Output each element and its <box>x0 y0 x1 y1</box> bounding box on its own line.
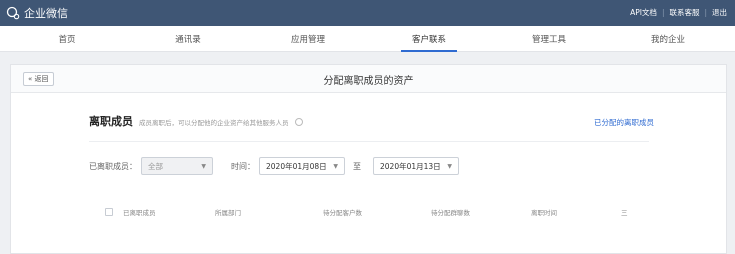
nav-home[interactable]: 首页 <box>22 33 112 45</box>
top-link-separator: | <box>704 8 707 17</box>
top-link-separator: | <box>661 8 665 17</box>
table-header: 已离职成员 所属部门 待分配客户数 待分配群聊数 离职时间 三 <box>89 202 649 222</box>
top-bar: 企业微信 API文档 | 联系客服 | 退出 <box>0 0 735 26</box>
column-header-pending-groups: 待分配群聊数 <box>431 209 470 217</box>
content-panel: « 返回 分配离职成员的资产 离职成员 成员离职后，可以分配他的企业资产给其他服… <box>10 64 727 254</box>
filter-row: 已离职成员： 全部 ▼ 时间： 2020年01月08日 ▼ 至 2020年01月… <box>89 157 459 175</box>
contact-support-link[interactable]: 联系客服 <box>669 7 699 18</box>
logout-link[interactable]: 退出 <box>712 7 727 18</box>
chevron-down-icon: ▼ <box>201 162 206 170</box>
section-description: 成员离职后，可以分配他的企业资产给其他服务人员 <box>139 117 303 127</box>
select-all-checkbox[interactable] <box>105 208 113 216</box>
nav-management-tools[interactable]: 管理工具 <box>504 33 594 45</box>
time-filter-label: 时间： <box>231 161 255 171</box>
member-filter-label: 已离职成员： <box>89 161 137 171</box>
date-to-select[interactable]: 2020年01月13日 ▼ <box>373 157 459 175</box>
section-divider <box>89 141 649 142</box>
main-nav: 首页 通讯录 应用管理 客户联系 管理工具 我的企业 <box>0 26 735 52</box>
date-to-value: 2020年01月13日 <box>380 161 441 171</box>
section-title: 离职成员 <box>89 115 133 128</box>
nav-app-management[interactable]: 应用管理 <box>263 33 353 45</box>
brand[interactable]: 企业微信 <box>6 5 68 21</box>
column-header-department: 所属部门 <box>215 209 241 217</box>
nav-customer-contact[interactable]: 客户联系 <box>384 33 474 45</box>
wecom-logo-icon <box>6 6 20 20</box>
column-header-pending-customers: 待分配客户数 <box>323 209 362 217</box>
date-from-value: 2020年01月08日 <box>266 161 327 171</box>
date-range-to-label: 至 <box>353 161 361 171</box>
panel-header: « 返回 分配离职成员的资产 <box>11 65 726 93</box>
top-links: API文档 | 联系客服 | 退出 <box>630 7 727 18</box>
date-from-select[interactable]: 2020年01月08日 ▼ <box>259 157 345 175</box>
chevron-down-icon: ▼ <box>333 162 338 170</box>
info-icon[interactable] <box>294 118 303 126</box>
nav-contacts[interactable]: 通讯录 <box>143 33 233 45</box>
brand-name: 企业微信 <box>24 7 68 20</box>
column-header-more: 三 <box>621 209 628 217</box>
nav-my-enterprise[interactable]: 我的企业 <box>623 33 713 45</box>
active-tab-indicator <box>401 50 457 52</box>
chevron-down-icon: ▼ <box>447 162 452 170</box>
member-select: 全部 ▼ <box>141 157 213 175</box>
assigned-members-link[interactable]: 已分配的离职成员 <box>594 117 654 128</box>
column-header-leave-time: 离职时间 <box>531 209 557 217</box>
section-description-text: 成员离职后，可以分配他的企业资产给其他服务人员 <box>139 119 289 127</box>
member-select-value: 全部 <box>148 161 163 171</box>
api-docs-link[interactable]: API文档 <box>630 7 657 18</box>
page-title: 分配离职成员的资产 <box>323 76 414 87</box>
column-header-member: 已离职成员 <box>123 209 156 217</box>
